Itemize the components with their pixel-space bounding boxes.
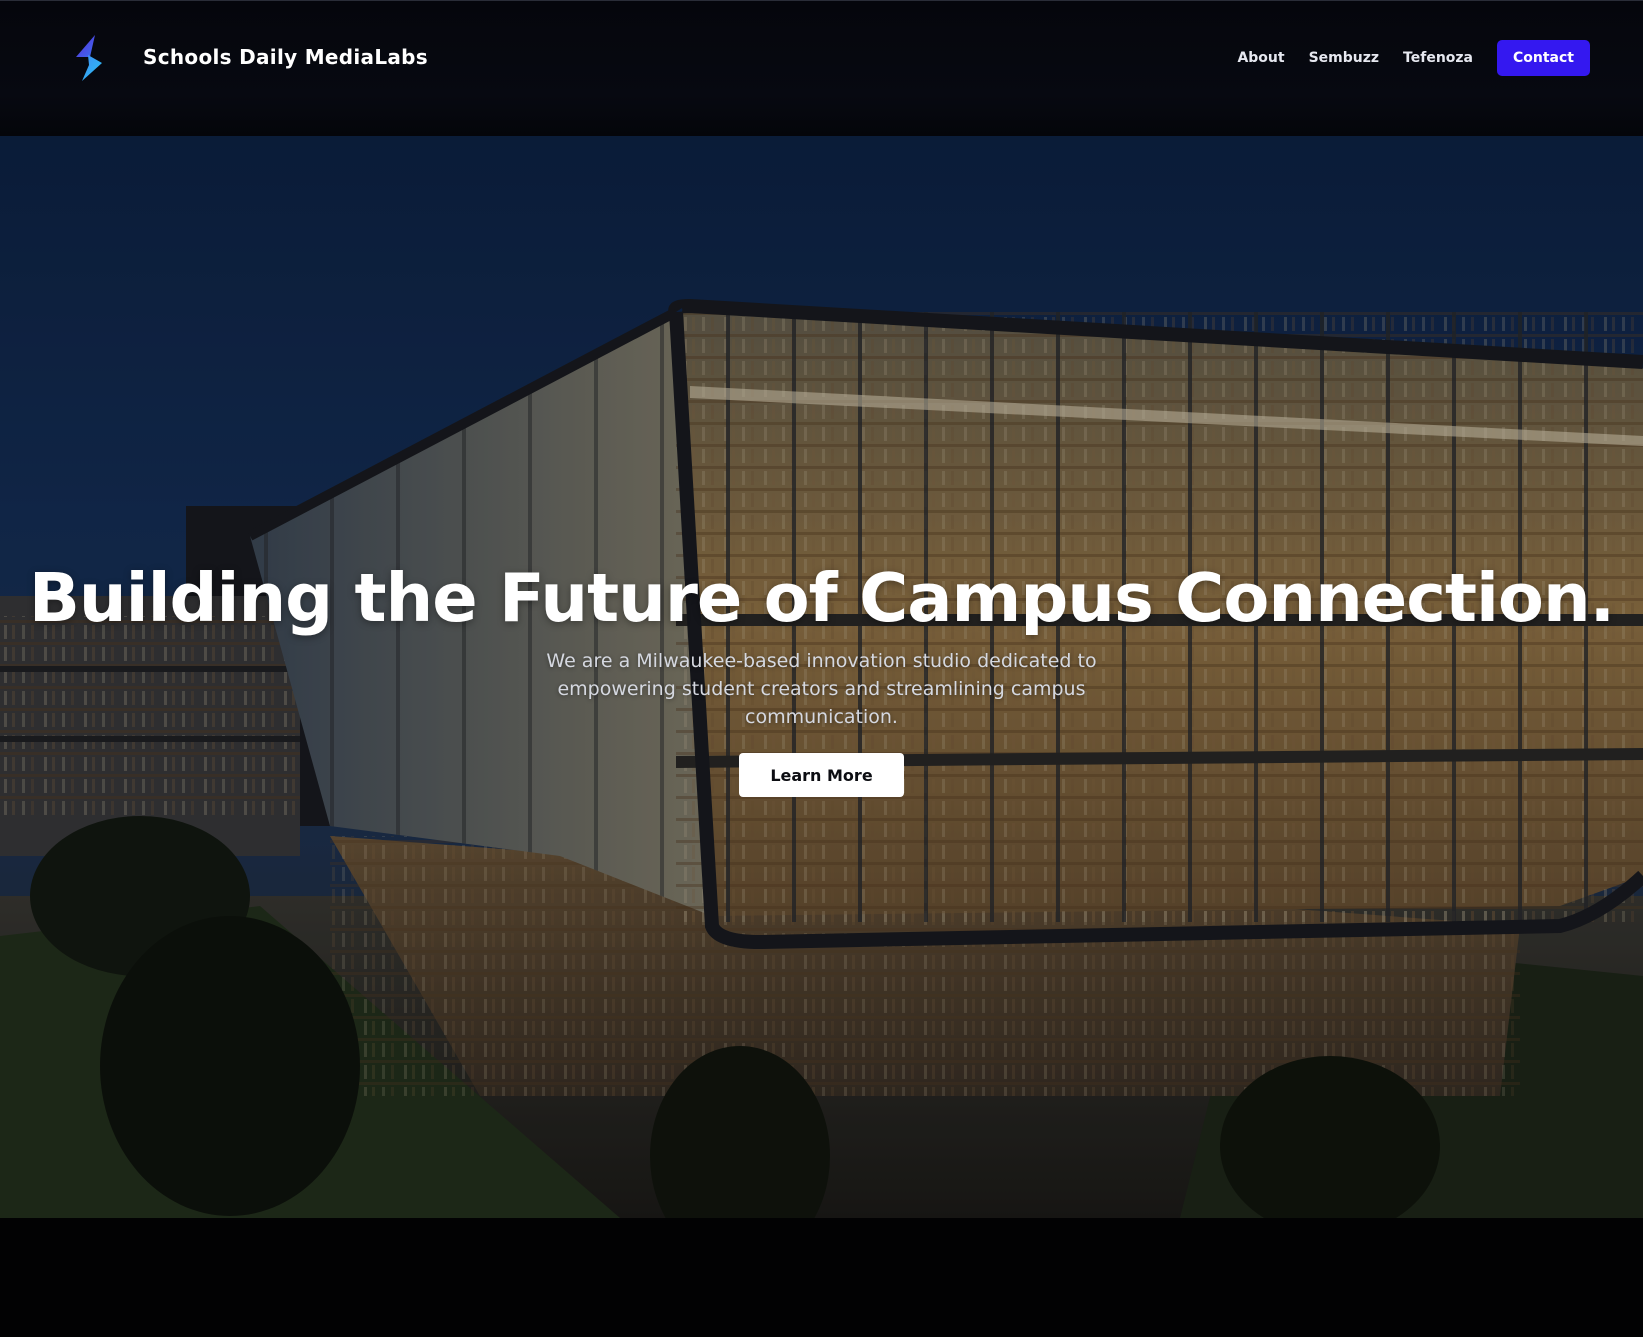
page: Schools Daily MediaLabs About Sembuzz Te… bbox=[0, 0, 1643, 1337]
site-header: Schools Daily MediaLabs About Sembuzz Te… bbox=[0, 0, 1643, 136]
hero-subtext: We are a Milwaukee-based innovation stud… bbox=[546, 650, 1097, 728]
contact-button[interactable]: Contact bbox=[1497, 40, 1590, 76]
brand-name: Schools Daily MediaLabs bbox=[143, 45, 429, 69]
page-bottom-band bbox=[0, 1218, 1643, 1337]
nav-link-tefenoza[interactable]: Tefenoza bbox=[1403, 50, 1473, 66]
hero-section: Building the Future of Campus Connection… bbox=[0, 136, 1643, 1218]
nav-link-sembuzz[interactable]: Sembuzz bbox=[1309, 50, 1379, 66]
learn-more-button[interactable]: Learn More bbox=[739, 753, 904, 797]
brand[interactable]: Schools Daily MediaLabs bbox=[74, 35, 428, 81]
hero-headline: Building the Future of Campus Connection… bbox=[28, 559, 1615, 637]
hero-content: Building the Future of Campus Connection… bbox=[0, 559, 1643, 797]
lightning-bolt-logo-icon bbox=[76, 35, 102, 81]
main-nav: About Sembuzz Tefenoza Contact bbox=[1237, 40, 1590, 76]
nav-link-about[interactable]: About bbox=[1237, 50, 1284, 66]
